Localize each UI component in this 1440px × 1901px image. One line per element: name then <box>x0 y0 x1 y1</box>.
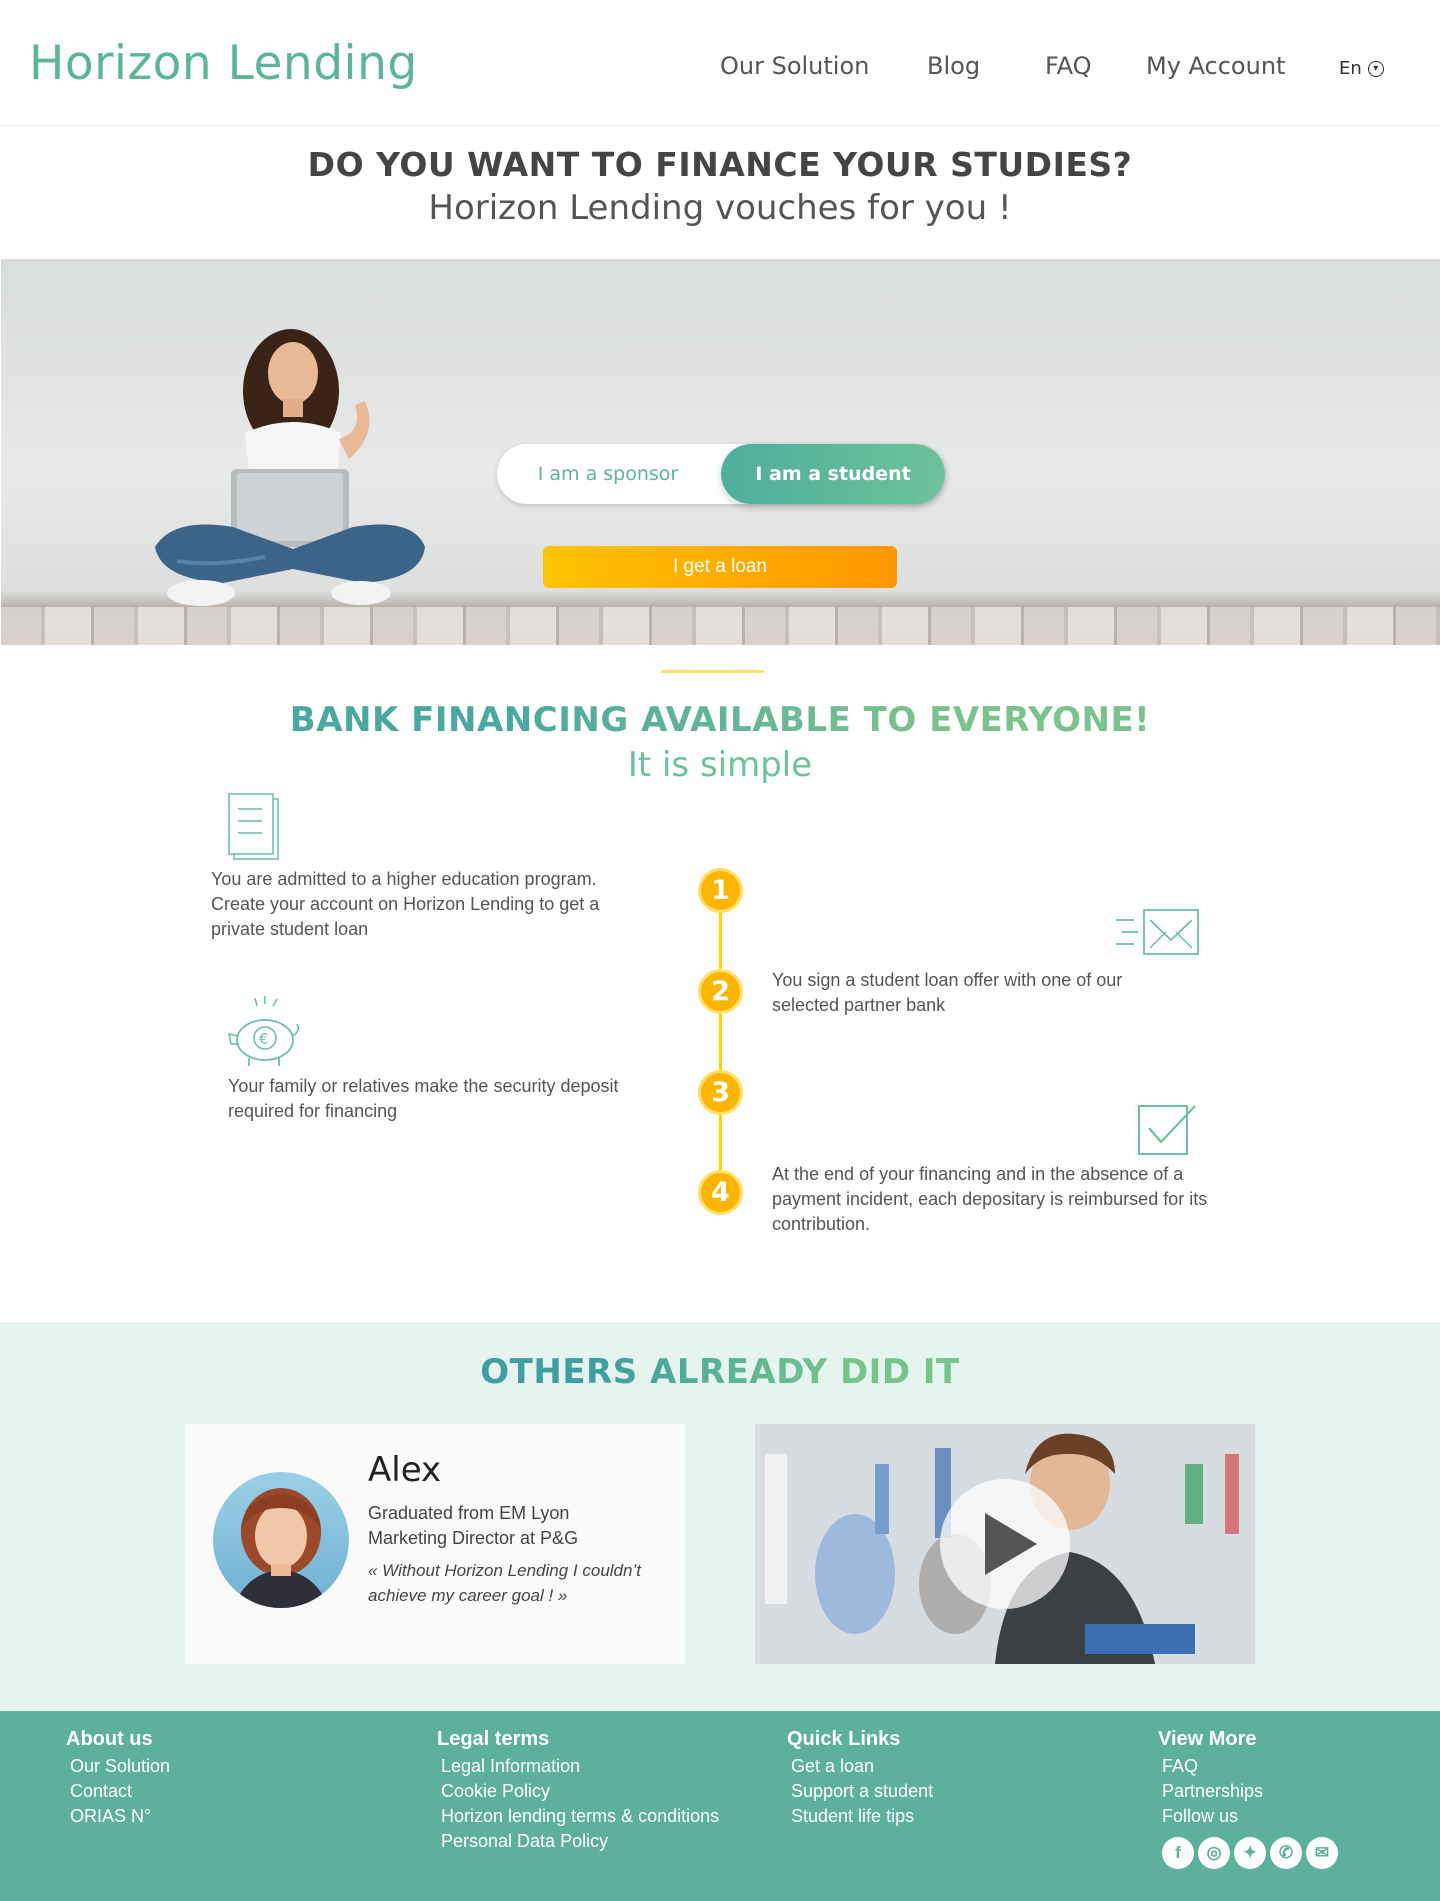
email-icon[interactable]: ✉ <box>1306 1837 1338 1869</box>
testimonial-video[interactable] <box>755 1424 1255 1664</box>
steps-timeline <box>719 890 722 1195</box>
step-1-text: You are admitted to a higher education p… <box>211 869 600 939</box>
language-label: En <box>1339 58 1362 79</box>
footer-legal-heading: Legal terms <box>437 1728 550 1750</box>
footer-quick-column: Quick Links Get a loan Support a student… <box>787 1728 933 1829</box>
hero-banner: I am a sponsor I am a student I get a lo… <box>1 259 1440 645</box>
site-footer: About us Our Solution Contact ORIAS N° L… <box>0 1711 1440 1901</box>
student-toggle-button[interactable]: I am a student <box>721 444 945 504</box>
nav-faq[interactable]: FAQ <box>1045 52 1092 80</box>
testimonial-position: Marketing Director at P&G <box>368 1528 579 1548</box>
nav-my-account[interactable]: My Account <box>1146 52 1285 80</box>
play-button[interactable] <box>940 1479 1070 1609</box>
footer-link-support-student[interactable]: Support a student <box>787 1779 933 1804</box>
footer-link-orias[interactable]: ORIAS N° <box>66 1804 170 1829</box>
step-number-3: 3 <box>698 1070 743 1115</box>
steps-title: BANK FINANCING AVAILABLE TO EVERYONE! <box>0 700 1440 740</box>
footer-link-faq[interactable]: FAQ <box>1158 1754 1338 1779</box>
site-logo[interactable]: Horizon Lending <box>29 36 418 91</box>
facebook-icon[interactable]: f <box>1162 1837 1194 1869</box>
piggy-bank-icon: € <box>227 996 300 1066</box>
step-number-2: 2 <box>698 969 743 1014</box>
testimonials-title: OTHERS ALREADY DID IT <box>0 1352 1440 1392</box>
get-loan-button[interactable]: I get a loan <box>543 546 897 588</box>
testimonial-quote: « Without Horizon Lending I couldn’t ach… <box>368 1561 641 1605</box>
nav-blog[interactable]: Blog <box>927 52 980 80</box>
role-toggle: I am a sponsor I am a student <box>497 444 945 504</box>
social-icons: f ◎ ✦ ✆ ✉ <box>1158 1837 1338 1869</box>
footer-link-student-tips[interactable]: Student life tips <box>787 1804 933 1829</box>
footer-link-data-policy[interactable]: Personal Data Policy <box>437 1829 719 1854</box>
steps-subtitle: It is simple <box>627 745 813 785</box>
student-photo <box>155 329 425 606</box>
phone-icon[interactable]: ✆ <box>1270 1837 1302 1869</box>
testimonial-name: Alex <box>368 1450 442 1490</box>
twitter-icon[interactable]: ✦ <box>1234 1837 1266 1869</box>
envelope-icon <box>1116 909 1199 955</box>
step-number-1: 1 <box>698 868 743 913</box>
footer-link-get-loan[interactable]: Get a loan <box>787 1754 933 1779</box>
testimonials-section: OTHERS ALREADY DID IT Alex Graduated fro… <box>0 1322 1440 1712</box>
svg-text:€: € <box>259 1030 269 1048</box>
hero-title: DO YOU WANT TO FINANCE YOUR STUDIES? <box>307 145 1133 184</box>
section-divider <box>661 670 764 673</box>
step-number-4: 4 <box>698 1170 743 1215</box>
nav-our-solution[interactable]: Our Solution <box>720 52 869 80</box>
language-selector[interactable]: En ▾ <box>1339 58 1384 79</box>
site-header: Horizon Lending Our Solution Blog FAQ My… <box>0 0 1440 126</box>
play-icon <box>985 1513 1037 1575</box>
testimonial-school: Graduated from EM Lyon <box>368 1503 570 1523</box>
hero-subtitle: Horizon Lending vouches for you ! <box>428 188 1012 228</box>
step-3-text: Your family or relatives make the securi… <box>228 1076 619 1121</box>
checkbox-icon <box>1138 1105 1196 1155</box>
footer-link-follow-us[interactable]: Follow us <box>1158 1804 1338 1829</box>
footer-more-heading: View More <box>1158 1728 1257 1750</box>
testimonial-card: Alex Graduated from EM Lyon Marketing Di… <box>185 1424 685 1664</box>
footer-legal-column: Legal terms Legal Information Cookie Pol… <box>437 1728 719 1854</box>
instagram-icon[interactable]: ◎ <box>1198 1837 1230 1869</box>
footer-quick-heading: Quick Links <box>787 1728 901 1750</box>
footer-link-cookie-policy[interactable]: Cookie Policy <box>437 1779 719 1804</box>
footer-link-legal-information[interactable]: Legal Information <box>437 1754 719 1779</box>
avatar <box>213 1472 349 1608</box>
chevron-down-icon: ▾ <box>1367 61 1384 77</box>
step-4-text: At the end of your financing and in the … <box>772 1164 1208 1234</box>
step-2-text: You sign a student loan offer with one o… <box>772 970 1123 1015</box>
footer-about-heading: About us <box>66 1728 153 1750</box>
document-icon <box>228 793 279 860</box>
footer-link-our-solution[interactable]: Our Solution <box>66 1754 170 1779</box>
footer-link-terms[interactable]: Horizon lending terms & conditions <box>437 1804 719 1829</box>
sponsor-toggle-button[interactable]: I am a sponsor <box>497 444 719 504</box>
footer-about-column: About us Our Solution Contact ORIAS N° <box>66 1728 170 1829</box>
footer-more-column: View More FAQ Partnerships Follow us f ◎… <box>1158 1728 1338 1869</box>
footer-link-partnerships[interactable]: Partnerships <box>1158 1779 1338 1804</box>
footer-link-contact[interactable]: Contact <box>66 1779 170 1804</box>
